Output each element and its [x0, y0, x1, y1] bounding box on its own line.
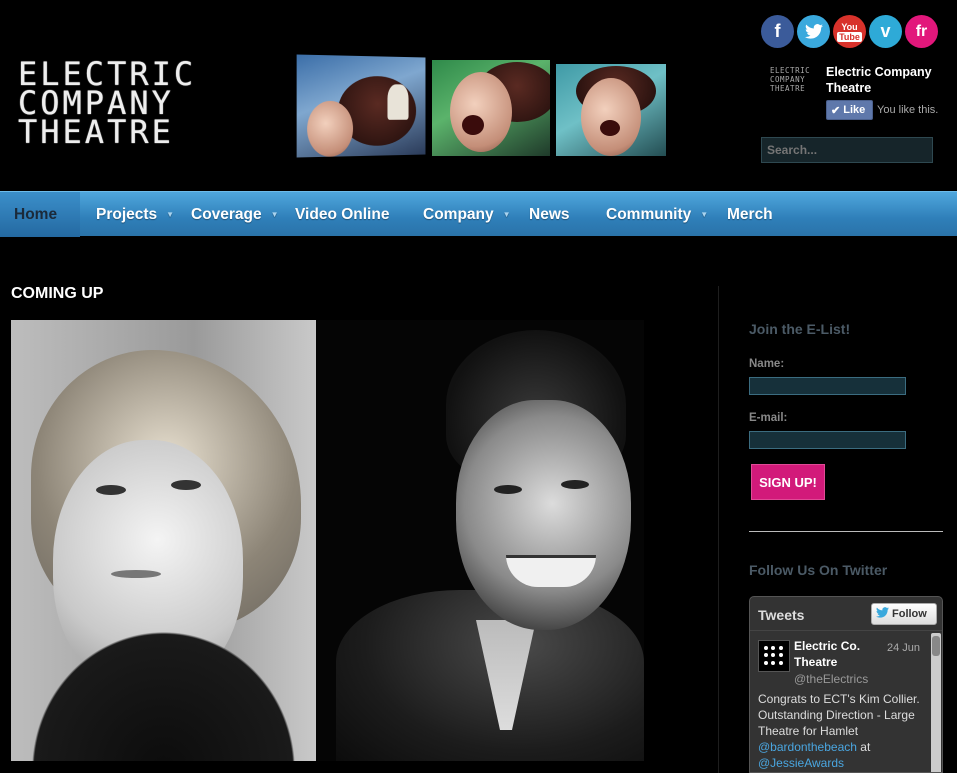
nav-item-community[interactable]: Community ▼ — [606, 192, 708, 237]
follow-label: Follow — [892, 608, 927, 620]
twitter-widget-title: Tweets — [758, 607, 805, 623]
social-links: f You Tube v fr — [761, 15, 938, 48]
facebook-like-widget: ELECTRIC COMPANY THEATRE Electric Compan… — [770, 64, 955, 124]
site-header: ELECTRIC COMPANY THEATRE f You Tube v fr… — [0, 0, 957, 191]
facebook-page-thumbnail[interactable]: ELECTRIC COMPANY THEATRE — [770, 66, 822, 104]
tweet-text: Congrats to ECT's Kim Collier. Outstandi… — [758, 691, 928, 771]
tweet-avatar[interactable] — [758, 640, 790, 672]
nav-item-merch[interactable]: Merch — [727, 192, 773, 237]
sidebar-divider — [749, 531, 943, 532]
nav-label: Coverage — [191, 205, 262, 223]
tweet-author[interactable]: Electric Co. Theatre — [794, 638, 874, 670]
banner-panel-3 — [556, 64, 666, 156]
tweet-handle[interactable]: @theElectrics — [794, 672, 868, 686]
twitter-timeline-widget: Tweets Follow Electric Co. Theatre 24 Ju… — [749, 596, 943, 773]
nav-label: Home — [14, 205, 58, 223]
scrollbar-thumb[interactable] — [932, 636, 940, 656]
search-input[interactable] — [761, 137, 933, 163]
twitter-bird-icon — [876, 607, 889, 621]
tweet-date[interactable]: 24 Jun — [887, 642, 920, 654]
actor-portrait — [316, 320, 644, 761]
nav-item-video-online[interactable]: Video Online — [295, 192, 389, 237]
email-field[interactable] — [749, 431, 906, 449]
site-logo[interactable]: ELECTRIC COMPANY THEATRE — [18, 58, 218, 151]
nav-label: Merch — [727, 205, 773, 223]
like-label: Like — [843, 104, 866, 116]
twitter-follow-button[interactable]: Follow — [871, 603, 937, 625]
nav-label: Community — [606, 205, 692, 223]
nav-label: Video Online — [295, 205, 390, 223]
nav-label: Company — [423, 205, 494, 223]
facebook-page-name[interactable]: Electric Company Theatre — [826, 64, 954, 96]
facebook-likes-text: You like this. — [877, 104, 939, 116]
nav-item-projects[interactable]: Projects ▼ — [96, 192, 174, 237]
twitter-heading: Follow Us On Twitter — [749, 562, 888, 578]
chevron-down-icon: ▼ — [166, 210, 175, 219]
nav-item-news[interactable]: News — [529, 192, 570, 237]
featured-photo[interactable] — [11, 320, 644, 761]
vimeo-icon[interactable]: v — [869, 15, 902, 48]
timeline-scrollbar[interactable] — [931, 633, 941, 772]
chevron-down-icon: ▼ — [270, 210, 279, 219]
nav-label: Projects — [96, 205, 158, 223]
elist-heading: Join the E-List! — [749, 321, 851, 337]
email-label: E-mail: — [749, 412, 788, 424]
tweet-text-middle: at — [856, 740, 871, 754]
nav-item-home[interactable]: Home — [0, 192, 80, 237]
logo-line-3: THEATRE — [18, 113, 174, 151]
nav-item-coverage[interactable]: Coverage ▼ — [191, 192, 279, 237]
name-label: Name: — [749, 358, 785, 370]
column-divider — [718, 286, 719, 773]
tweet-mention-link[interactable]: @bardonthebeach — [758, 740, 857, 754]
tweet-mention-link[interactable]: @JessieAwards — [758, 756, 844, 770]
twitter-icon[interactable] — [797, 15, 830, 48]
actress-portrait — [11, 320, 316, 761]
youtube-icon[interactable]: You Tube — [833, 15, 866, 48]
main-nav: Home Projects ▼ Coverage ▼ Video Online Co… — [0, 191, 957, 237]
section-title: COMING UP — [11, 285, 104, 302]
nav-item-company[interactable]: Company ▼ — [423, 192, 511, 237]
chevron-down-icon: ▼ — [700, 210, 709, 219]
checkmark-icon: ✔ — [831, 104, 841, 117]
banner-panel-2 — [432, 60, 550, 156]
name-field[interactable] — [749, 377, 906, 395]
french-site-icon[interactable]: fr — [905, 15, 938, 48]
signup-button[interactable]: SIGN UP! — [751, 464, 825, 500]
facebook-like-button[interactable]: ✔ Like — [826, 100, 873, 120]
nav-label: News — [529, 205, 570, 223]
tweet-text-start: Congrats to ECT's Kim Collier. Outstandi… — [758, 692, 920, 738]
banner-panel-1 — [296, 54, 426, 158]
header-banner-image — [296, 54, 666, 158]
twitter-widget-header: Tweets Follow — [750, 597, 942, 631]
facebook-icon[interactable]: f — [761, 15, 794, 48]
chevron-down-icon: ▼ — [502, 210, 511, 219]
